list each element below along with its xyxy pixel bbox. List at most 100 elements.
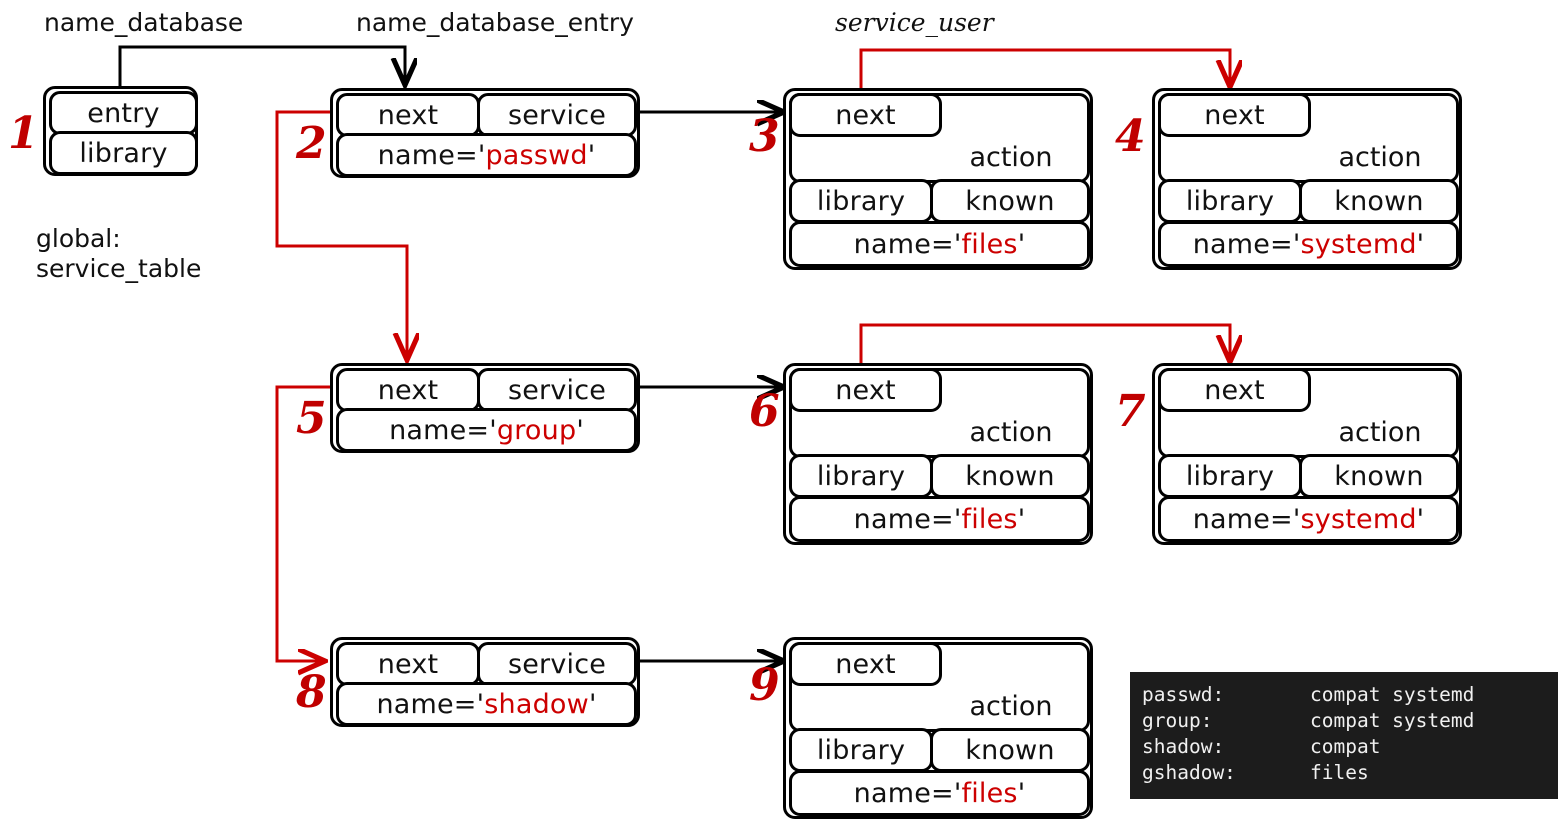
node-7-service-user[interactable]: next action library known name=' systemd ' bbox=[1152, 363, 1462, 545]
node-number-3: 3 bbox=[749, 111, 780, 162]
node-2-name-value: passwd bbox=[485, 139, 588, 171]
node-number-1: 1 bbox=[8, 108, 39, 159]
node-5-name-value: group bbox=[496, 414, 577, 446]
node-6-service-user[interactable]: next action library known name=' files ' bbox=[783, 363, 1093, 545]
label-service-user: service_user bbox=[835, 8, 994, 37]
node-1-field-library[interactable]: library bbox=[49, 131, 198, 175]
node-5-field-next[interactable]: next bbox=[336, 368, 480, 412]
label-name-database: name_database bbox=[44, 8, 244, 37]
terminal-row: shadow: compat bbox=[1142, 734, 1558, 760]
node-5-name-suffix: ' bbox=[576, 414, 584, 446]
node-8-field-name[interactable]: name=' shadow ' bbox=[336, 682, 637, 726]
node-5-name-database-entry[interactable]: next service name=' group ' bbox=[330, 363, 640, 453]
node-9-field-next[interactable]: next bbox=[789, 642, 942, 686]
edge-node3-next-to-node4 bbox=[859, 48, 1230, 90]
terminal-row: group: compat systemd bbox=[1142, 708, 1558, 734]
node-7-field-name[interactable]: name=' systemd ' bbox=[1158, 496, 1459, 542]
node-number-6: 6 bbox=[749, 386, 780, 437]
node-number-5: 5 bbox=[296, 393, 327, 444]
terminal-panel: passwd: compat systemd group: compat sys… bbox=[1130, 672, 1558, 799]
node-4-name-prefix: name=' bbox=[1192, 228, 1301, 260]
terminal-value: files bbox=[1310, 761, 1369, 784]
node-3-field-library[interactable]: library bbox=[789, 179, 933, 223]
node-7-field-known[interactable]: known bbox=[1299, 454, 1459, 498]
node-2-field-service[interactable]: service bbox=[477, 93, 637, 137]
node-6-field-action-label: action bbox=[969, 416, 1053, 448]
node-8-field-next[interactable]: next bbox=[336, 642, 480, 686]
node-6-field-known[interactable]: known bbox=[930, 454, 1090, 498]
terminal-row: passwd: compat systemd bbox=[1142, 682, 1558, 708]
node-8-name-prefix: name=' bbox=[376, 688, 485, 720]
node-number-8: 8 bbox=[296, 667, 327, 718]
node-4-name-value: systemd bbox=[1300, 228, 1417, 260]
node-6-field-next[interactable]: next bbox=[789, 368, 942, 412]
node-8-name-suffix: ' bbox=[588, 688, 597, 720]
node-3-field-next-overlay[interactable]: next bbox=[789, 93, 942, 137]
node-7-field-action-label: action bbox=[1338, 416, 1422, 448]
node-8-name-database-entry[interactable]: next service name=' shadow ' bbox=[330, 637, 640, 727]
node-6-name-suffix: ' bbox=[1017, 503, 1026, 535]
node-2-field-next[interactable]: next bbox=[336, 93, 480, 137]
terminal-key: shadow: bbox=[1142, 735, 1225, 758]
node-6-field-name[interactable]: name=' files ' bbox=[789, 496, 1090, 542]
node-3-name-suffix: ' bbox=[1017, 228, 1026, 260]
node-2-name-database-entry[interactable]: next service name=' passwd ' bbox=[330, 88, 640, 178]
node-9-field-known[interactable]: known bbox=[930, 728, 1090, 772]
node-4-field-action-label: action bbox=[1338, 141, 1422, 173]
node-1-field-entry[interactable]: entry bbox=[49, 91, 198, 135]
node-9-field-name[interactable]: name=' files ' bbox=[789, 770, 1090, 816]
label-name-database-entry: name_database_entry bbox=[356, 8, 634, 37]
node-5-name-prefix: name=' bbox=[389, 414, 497, 446]
node-7-field-next[interactable]: next bbox=[1158, 368, 1311, 412]
node-9-name-suffix: ' bbox=[1017, 777, 1026, 809]
node-3-name-prefix: name=' bbox=[853, 228, 962, 260]
node-7-name-value: systemd bbox=[1300, 503, 1417, 535]
node-3-field-known[interactable]: known bbox=[930, 179, 1090, 223]
edge-node1-entry-to-node2 bbox=[118, 45, 405, 86]
node-6-name-value: files bbox=[961, 503, 1018, 535]
node-9-field-library[interactable]: library bbox=[789, 728, 933, 772]
node-7-name-suffix: ' bbox=[1416, 503, 1425, 535]
node-9-field-action-label: action bbox=[969, 690, 1053, 722]
node-9-service-user[interactable]: next action library known name=' files ' bbox=[783, 637, 1093, 819]
label-global-line1: global: bbox=[36, 224, 121, 253]
node-number-9: 9 bbox=[749, 660, 780, 711]
node-number-7: 7 bbox=[1115, 386, 1146, 437]
terminal-value: compat systemd bbox=[1310, 683, 1475, 706]
terminal-key: passwd: bbox=[1142, 683, 1225, 706]
node-4-service-user[interactable]: next action library known name=' systemd ' bbox=[1152, 88, 1462, 270]
edge-node6-next-to-node7 bbox=[859, 323, 1230, 365]
node-4-field-known[interactable]: known bbox=[1299, 179, 1459, 223]
terminal-value: compat systemd bbox=[1310, 709, 1475, 732]
node-4-field-next[interactable]: next bbox=[1158, 93, 1311, 137]
node-7-field-library[interactable]: library bbox=[1158, 454, 1302, 498]
node-3-field-name[interactable]: name=' files ' bbox=[789, 221, 1090, 267]
node-7-name-prefix: name=' bbox=[1192, 503, 1301, 535]
node-9-name-prefix: name=' bbox=[853, 777, 962, 809]
node-2-field-name[interactable]: name=' passwd ' bbox=[336, 133, 637, 177]
node-6-name-prefix: name=' bbox=[853, 503, 962, 535]
node-6-field-library[interactable]: library bbox=[789, 454, 933, 498]
node-4-field-library[interactable]: library bbox=[1158, 179, 1302, 223]
label-global-line2: service_table bbox=[36, 254, 202, 283]
node-3-name-value: files bbox=[961, 228, 1018, 260]
node-1-name-database[interactable]: entry library bbox=[43, 86, 198, 176]
node-8-name-value: shadow bbox=[484, 688, 589, 720]
node-5-field-service[interactable]: service bbox=[477, 368, 637, 412]
node-4-field-name[interactable]: name=' systemd ' bbox=[1158, 221, 1459, 267]
node-2-name-prefix: name=' bbox=[377, 139, 486, 171]
terminal-key: gshadow: bbox=[1142, 761, 1236, 784]
terminal-key: group: bbox=[1142, 709, 1213, 732]
node-3-field-action-label: action bbox=[969, 141, 1053, 173]
terminal-row: gshadow: files bbox=[1142, 760, 1558, 786]
node-9-name-value: files bbox=[961, 777, 1018, 809]
node-number-2: 2 bbox=[296, 118, 327, 169]
node-number-4: 4 bbox=[1115, 111, 1146, 162]
node-3-service-user[interactable]: next next action library known name='fil… bbox=[783, 88, 1093, 270]
diagram-canvas: name_database name_database_entry servic… bbox=[0, 0, 1558, 833]
node-5-field-name[interactable]: name=' group ' bbox=[336, 408, 637, 452]
terminal-value: compat bbox=[1310, 735, 1381, 758]
node-8-field-service[interactable]: service bbox=[477, 642, 637, 686]
node-4-name-suffix: ' bbox=[1416, 228, 1425, 260]
node-2-name-suffix: ' bbox=[587, 139, 596, 171]
